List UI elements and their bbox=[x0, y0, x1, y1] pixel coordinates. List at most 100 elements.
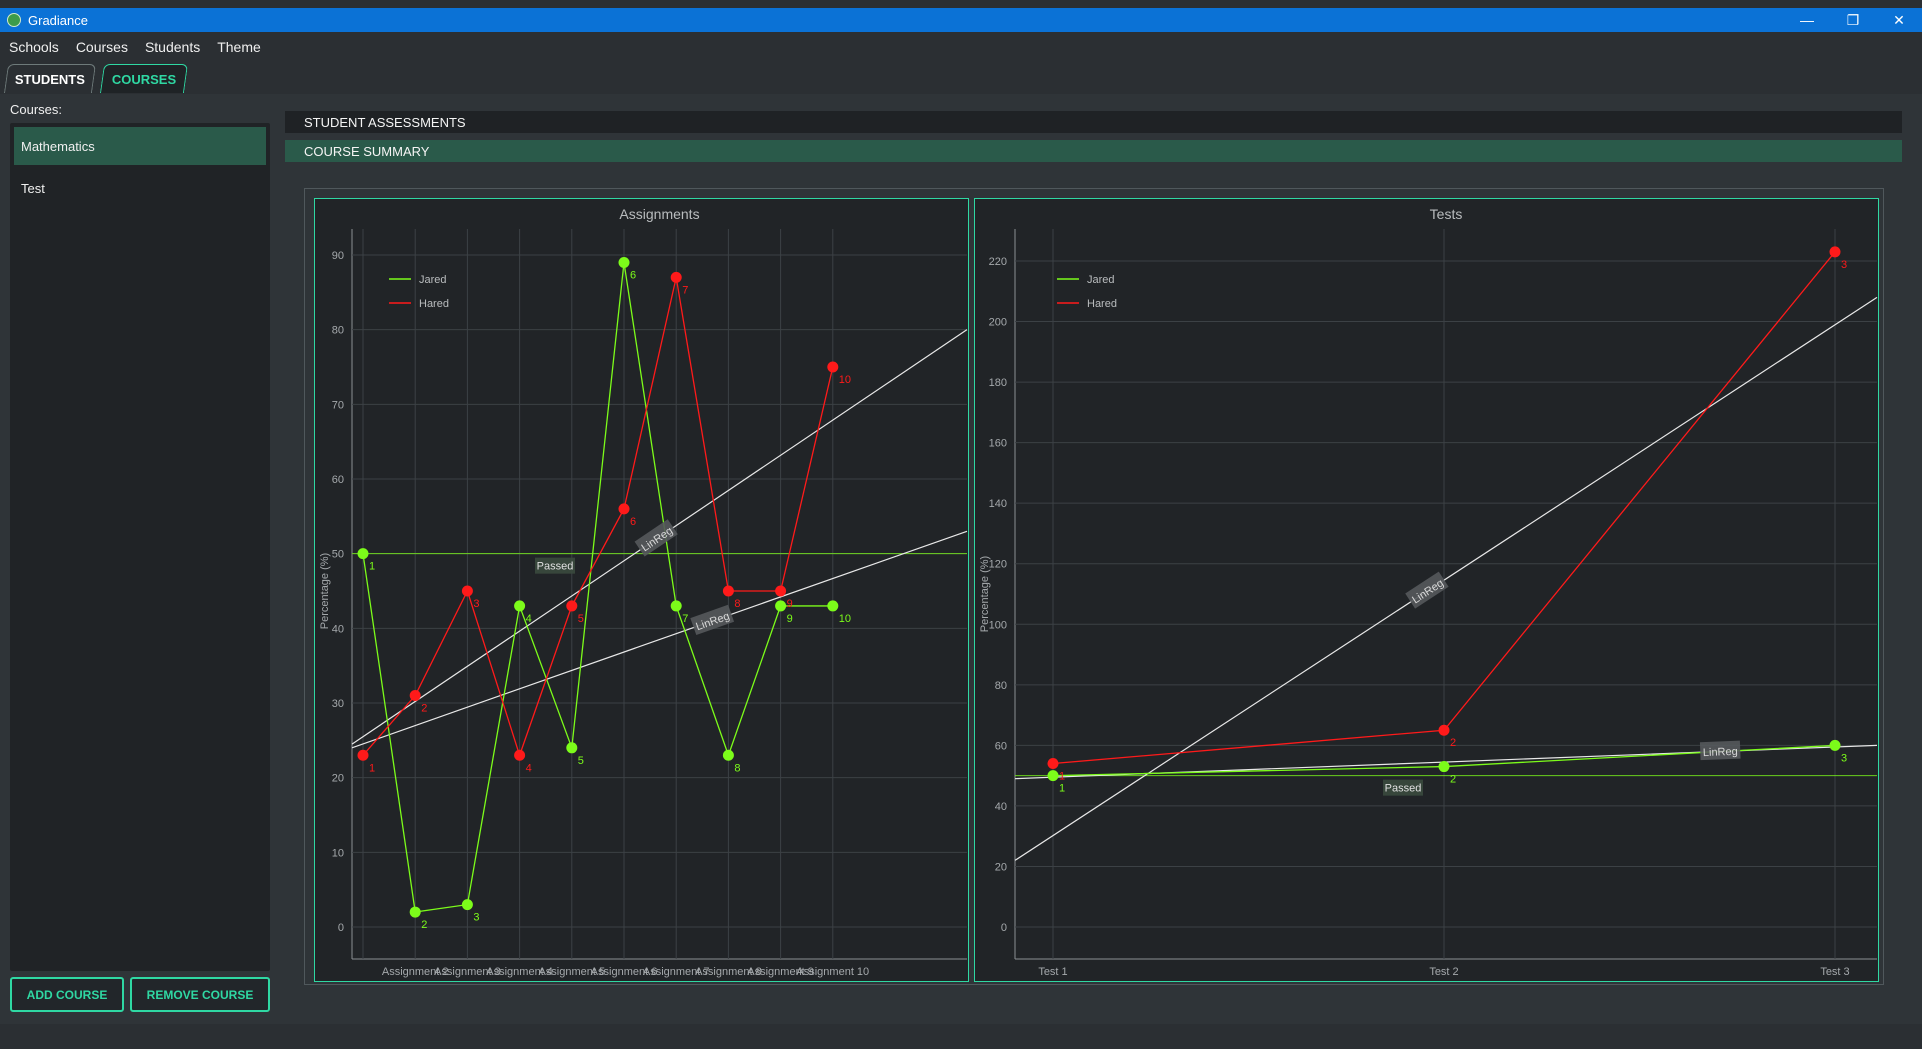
data-point bbox=[775, 585, 787, 597]
title-bar: Gradiance — ❐ ✕ bbox=[0, 8, 1922, 32]
data-point bbox=[722, 749, 734, 761]
x-tick-label: Assignment 10 bbox=[796, 966, 869, 978]
data-label: 1 bbox=[369, 762, 375, 774]
y-tick-label: 50 bbox=[332, 549, 344, 561]
y-tick-label: 90 bbox=[332, 250, 344, 262]
tab-courses-label: COURSES bbox=[111, 71, 177, 87]
data-label: 8 bbox=[734, 762, 740, 774]
data-label: 1 bbox=[1059, 771, 1065, 783]
data-point bbox=[618, 256, 630, 268]
series-line bbox=[362, 262, 833, 913]
data-label: 2 bbox=[1450, 737, 1456, 749]
menu-students[interactable]: Students bbox=[145, 39, 200, 55]
data-label: 10 bbox=[839, 374, 851, 386]
y-tick-label: 10 bbox=[332, 847, 344, 859]
data-label: 9 bbox=[787, 598, 793, 610]
x-tick-label: Test 2 bbox=[1429, 966, 1458, 978]
legend-label: Hared bbox=[419, 298, 449, 310]
data-label: 3 bbox=[473, 912, 479, 924]
status-bar bbox=[0, 1024, 1922, 1049]
course-item-mathematics[interactable]: Mathematics bbox=[14, 127, 266, 165]
data-point bbox=[722, 585, 734, 597]
data-point bbox=[1438, 761, 1450, 773]
data-label: 2 bbox=[1450, 774, 1456, 786]
y-tick-label: 60 bbox=[332, 474, 344, 486]
data-label: 10 bbox=[839, 613, 851, 625]
menu-theme[interactable]: Theme bbox=[217, 39, 261, 55]
data-label: 8 bbox=[734, 598, 740, 610]
legend-label: Hared bbox=[1087, 298, 1117, 310]
y-tick-label: 120 bbox=[989, 559, 1007, 571]
y-tick-label: 30 bbox=[332, 698, 344, 710]
restore-icon[interactable]: ❐ bbox=[1830, 8, 1876, 32]
y-tick-label: 40 bbox=[995, 801, 1007, 813]
regression-label-text: LinReg bbox=[1703, 746, 1738, 759]
menu-bar: Schools Courses Students Theme bbox=[0, 32, 1922, 62]
data-label: 6 bbox=[630, 269, 636, 281]
y-tick-label: 60 bbox=[995, 740, 1007, 752]
assignments-chart-svg: Assignments 0 10 20 30 40 50 60 70 80 90 Assignment… bbox=[319, 206, 968, 978]
data-label: 3 bbox=[1841, 259, 1847, 271]
data-label: 1 bbox=[1059, 783, 1065, 795]
y-tick-label: 20 bbox=[995, 861, 1007, 873]
data-label: 5 bbox=[578, 755, 584, 767]
chart-title: Tests bbox=[1430, 206, 1463, 222]
data-label: 2 bbox=[421, 919, 427, 931]
data-point bbox=[1438, 724, 1450, 736]
data-point bbox=[1047, 770, 1059, 782]
remove-course-button[interactable]: REMOVE COURSE bbox=[130, 977, 270, 1012]
data-point bbox=[827, 361, 839, 373]
y-tick-label: 180 bbox=[989, 377, 1007, 389]
legend-label: Jared bbox=[419, 274, 447, 286]
data-label: 2 bbox=[421, 703, 427, 715]
course-summary-header[interactable]: COURSE SUMMARY bbox=[285, 140, 1902, 162]
data-label: 4 bbox=[526, 613, 532, 625]
tests-chart: Tests 0 20 40 60 80 100 120 140 160 180 200 220 Test … bbox=[974, 198, 1879, 982]
pass-label: Passed bbox=[1385, 783, 1422, 795]
data-label: 4 bbox=[526, 762, 532, 774]
data-label: 7 bbox=[682, 613, 688, 625]
add-course-button[interactable]: ADD COURSE bbox=[10, 977, 124, 1012]
minimize-icon[interactable]: — bbox=[1784, 8, 1830, 32]
regression-label: LinReg bbox=[1699, 740, 1741, 761]
course-item-test[interactable]: Test bbox=[14, 169, 266, 207]
tab-students-label: STUDENTS bbox=[14, 71, 85, 87]
data-point bbox=[618, 503, 630, 515]
student-assessments-header[interactable]: STUDENT ASSESSMENTS bbox=[285, 111, 1902, 133]
y-tick-label: 70 bbox=[332, 399, 344, 411]
y-tick-label: 160 bbox=[989, 438, 1007, 450]
regression-label: LinReg bbox=[1405, 571, 1449, 609]
courses-label: Courses: bbox=[10, 102, 63, 117]
data-point bbox=[409, 690, 421, 702]
course-list: Mathematics Test bbox=[10, 123, 270, 971]
y-tick-label: 0 bbox=[1001, 922, 1007, 934]
series-line bbox=[362, 277, 834, 758]
data-point bbox=[514, 749, 526, 761]
y-tick-label: 100 bbox=[989, 619, 1007, 631]
x-tick-label: Test 3 bbox=[1820, 966, 1849, 978]
y-axis-label: Percentage (%) bbox=[979, 556, 991, 632]
data-point bbox=[1829, 246, 1841, 258]
x-tick-label: Test 1 bbox=[1038, 966, 1067, 978]
data-point bbox=[827, 600, 839, 612]
close-icon[interactable]: ✕ bbox=[1876, 8, 1922, 32]
tab-students[interactable]: STUDENTS bbox=[3, 64, 97, 93]
data-label: 3 bbox=[473, 598, 479, 610]
data-point bbox=[775, 600, 787, 612]
tab-courses[interactable]: COURSES bbox=[99, 64, 189, 93]
data-label: 6 bbox=[630, 516, 636, 528]
data-label: 7 bbox=[682, 284, 688, 296]
y-tick-label: 0 bbox=[338, 922, 344, 934]
data-point bbox=[566, 742, 578, 754]
menu-schools[interactable]: Schools bbox=[9, 39, 59, 55]
assignments-chart: Assignments 0 10 20 30 40 50 60 70 80 90 Assignment… bbox=[314, 198, 969, 982]
app-logo-icon bbox=[7, 13, 21, 27]
y-tick-label: 200 bbox=[989, 317, 1007, 329]
data-label: 9 bbox=[787, 613, 793, 625]
regression-line bbox=[351, 530, 968, 749]
data-point bbox=[357, 548, 369, 560]
menu-courses[interactable]: Courses bbox=[76, 39, 128, 55]
data-point bbox=[514, 600, 526, 612]
tests-chart-svg: Tests 0 20 40 60 80 100 120 140 160 180 200 220 Test … bbox=[979, 206, 1878, 978]
main-tabs: STUDENTS COURSES bbox=[0, 64, 1922, 94]
